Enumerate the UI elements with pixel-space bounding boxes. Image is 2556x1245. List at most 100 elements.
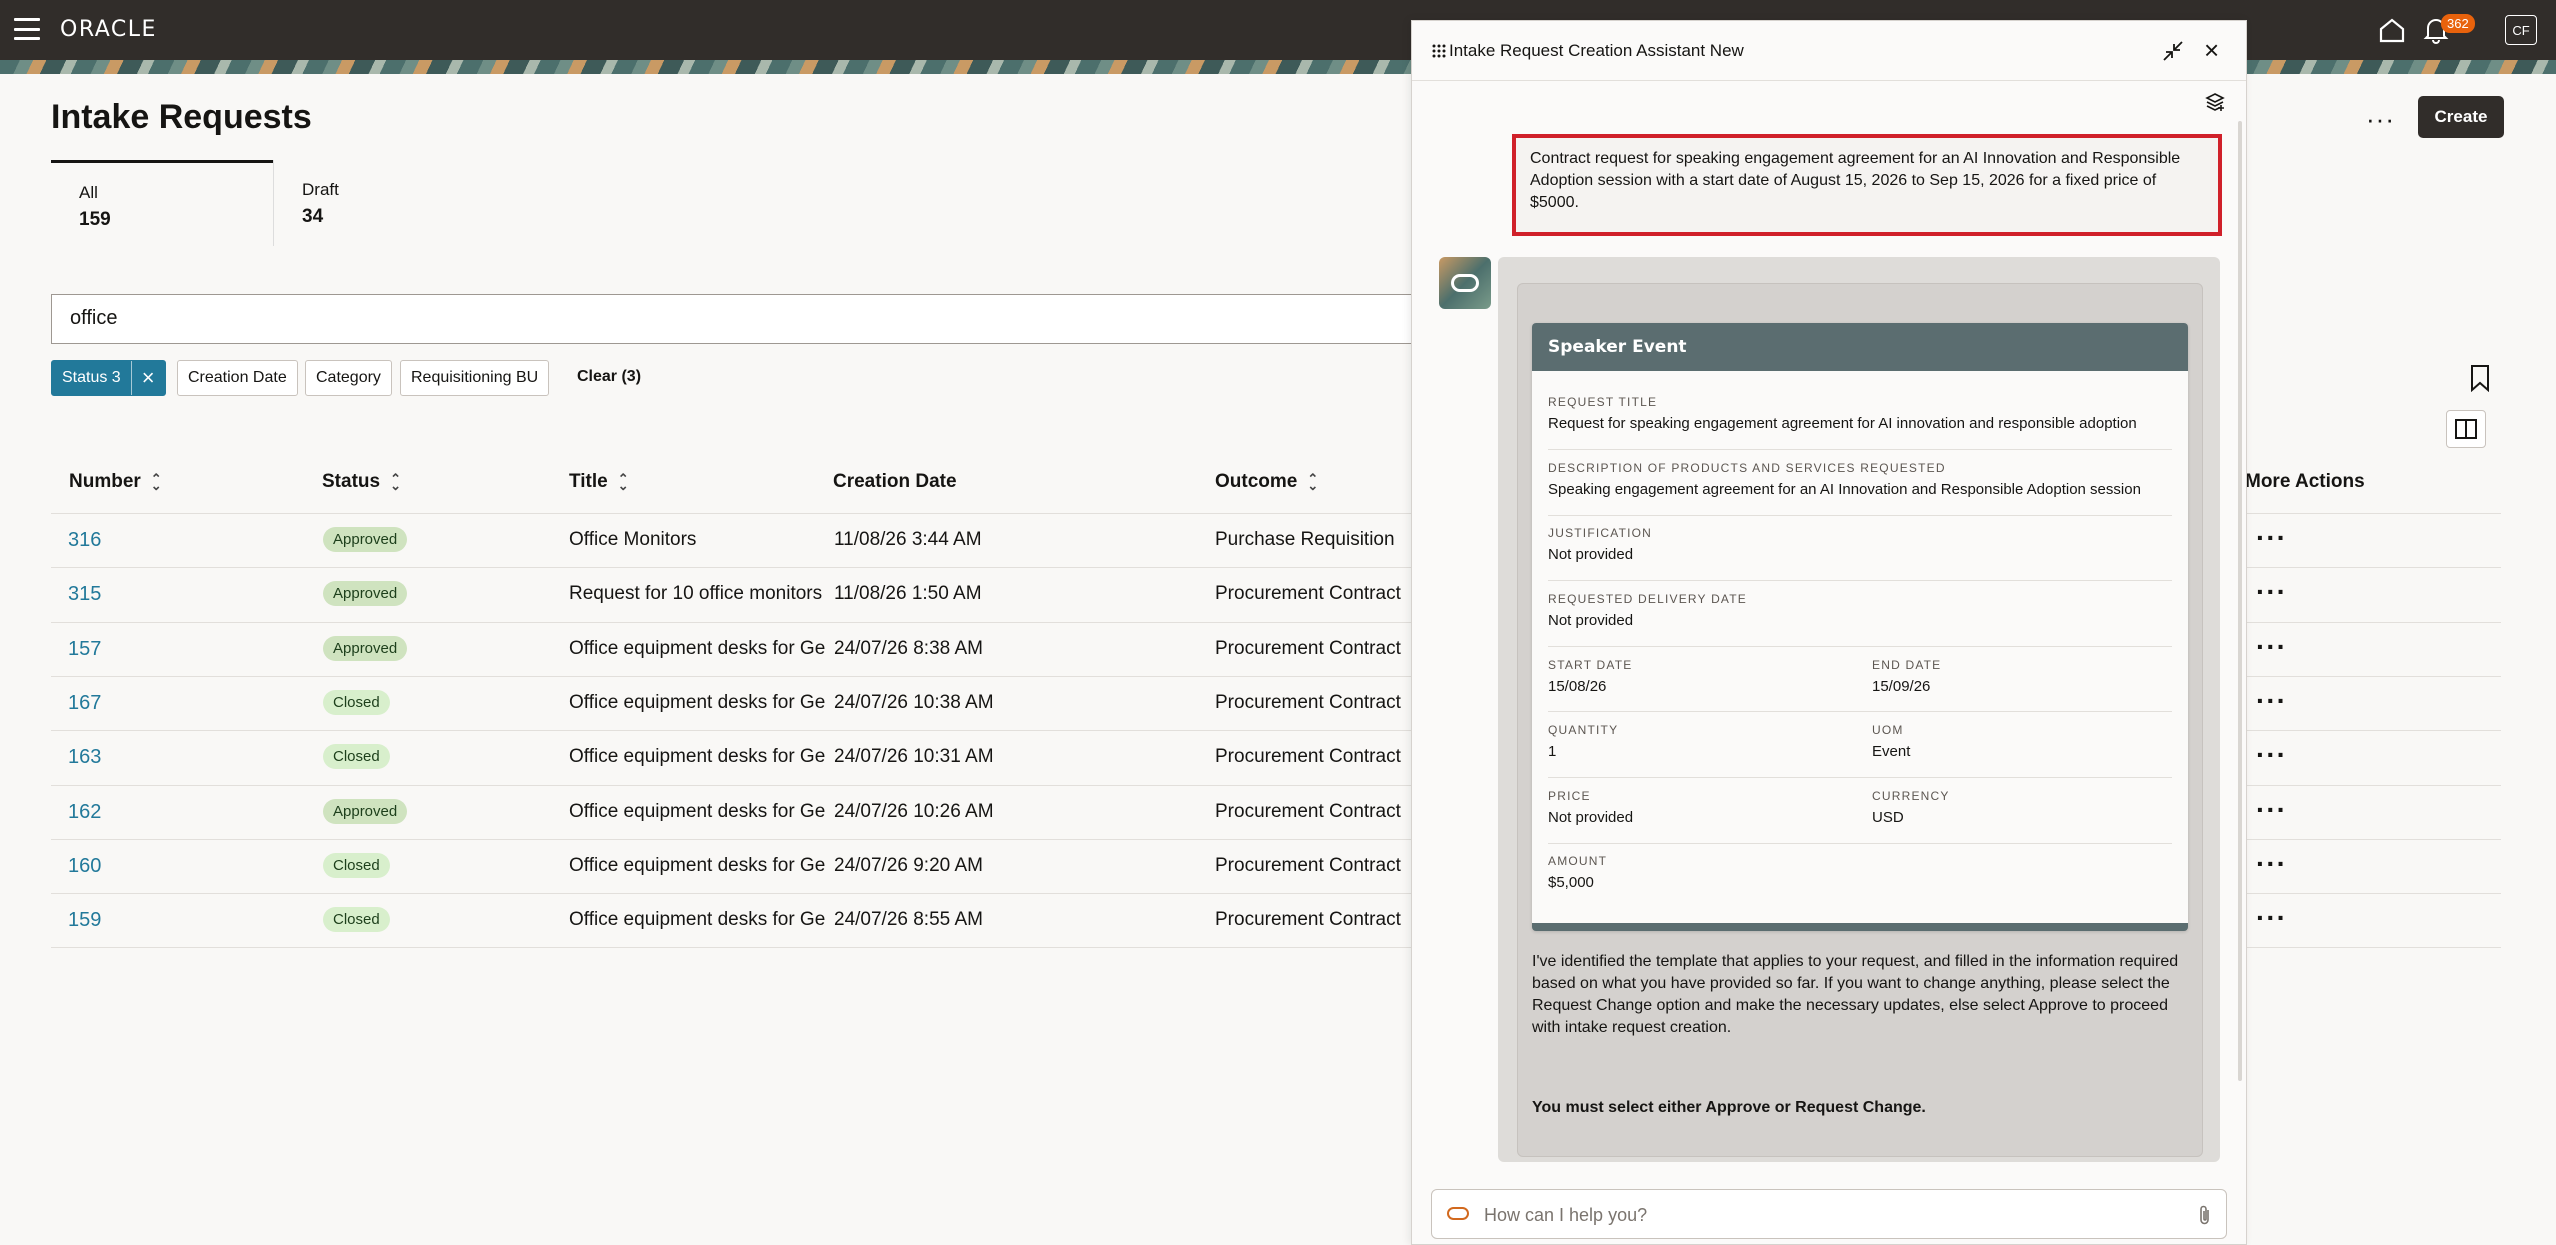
clear-filters-link[interactable]: Clear (3) <box>577 368 641 386</box>
status-badge: Approved <box>323 581 408 607</box>
row-more-actions-button[interactable]: ··· <box>2256 522 2287 554</box>
field-value: Speaking engagement agreement for an AI … <box>1548 481 2141 498</box>
page-more-actions-button[interactable]: ··· <box>2366 104 2395 135</box>
home-icon[interactable] <box>2378 17 2406 43</box>
request-number-link[interactable]: 163 <box>68 746 101 769</box>
card-heading: Speaker Event <box>1532 323 2188 371</box>
currency-field: CURRENCY USD <box>1872 789 2172 826</box>
field-label: JUSTIFICATION <box>1548 526 1653 540</box>
creation-date: 11/08/26 3:44 AM <box>834 529 982 550</box>
status-badge: Closed <box>323 689 390 715</box>
creation-date: 24/07/26 10:31 AM <box>834 746 994 768</box>
field-label: END DATE <box>1872 658 1942 672</box>
row-more-actions-button[interactable]: ··· <box>2256 794 2287 826</box>
grip-icon[interactable] <box>1432 43 1446 59</box>
oracle-ring-icon <box>1447 1207 1469 1220</box>
layers-icon[interactable] <box>2204 91 2226 113</box>
divider <box>1548 843 2172 844</box>
requisitioning-bu-filter-chip[interactable]: Requisitioning BU <box>400 360 550 396</box>
column-header-status[interactable]: Status ⌃ ⌄ <box>322 471 401 493</box>
field-label: UOM <box>1872 723 1904 737</box>
column-header-title[interactable]: Title ⌃ ⌄ <box>569 471 629 493</box>
chat-input-box[interactable] <box>1431 1189 2227 1239</box>
status-filter-chip[interactable]: Status 3 × <box>51 360 166 396</box>
panel-scrollbar[interactable] <box>2238 121 2242 1081</box>
request-title-field: REQUEST TITLE Request for speaking engag… <box>1548 395 2172 432</box>
column-header-outcome[interactable]: Outcome ⌃ ⌄ <box>1215 471 1318 493</box>
column-header-more-actions: More Actions <box>2245 471 2365 493</box>
user-avatar[interactable]: CF <box>2505 15 2537 45</box>
request-number-link[interactable]: 160 <box>68 855 101 878</box>
remove-filter-icon[interactable]: × <box>130 361 165 395</box>
creation-date: 24/07/26 8:55 AM <box>834 909 983 931</box>
request-title: Office equipment desks for Ge <box>569 909 825 931</box>
row-more-actions-button[interactable]: ··· <box>2256 902 2287 934</box>
sort-icon[interactable]: ⌃ ⌄ <box>618 472 629 492</box>
creation-date: 24/07/26 10:38 AM <box>834 691 994 713</box>
divider <box>1548 711 2172 712</box>
notification-badge: 362 <box>2441 14 2475 33</box>
request-number-link[interactable]: 315 <box>68 583 101 606</box>
column-header-number[interactable]: Number ⌃ ⌄ <box>69 471 162 493</box>
field-value: 15/08/26 <box>1548 678 1607 695</box>
bookmark-icon[interactable] <box>2468 364 2492 392</box>
row-more-actions-button[interactable]: ··· <box>2256 631 2287 663</box>
field-label: DESCRIPTION OF PRODUCTS AND SERVICES REQ… <box>1548 461 1946 475</box>
tab-draft[interactable]: Draft 34 <box>273 160 503 246</box>
field-value: Event <box>1872 743 1911 760</box>
tab-label: All <box>79 183 98 202</box>
column-header-creation-date[interactable]: Creation Date <box>833 471 957 493</box>
category-filter-chip[interactable]: Category <box>305 360 392 396</box>
row-more-actions-button[interactable]: ··· <box>2256 739 2287 771</box>
request-number-link[interactable]: 159 <box>68 909 101 932</box>
divider <box>1548 580 2172 581</box>
status-badge: Approved <box>323 635 408 661</box>
request-number-link[interactable]: 167 <box>68 692 101 715</box>
divider <box>1548 515 2172 516</box>
tab-label: Draft <box>302 180 339 199</box>
oracle-logo[interactable]: ORACLE <box>60 17 157 42</box>
columns-icon[interactable] <box>2446 410 2486 448</box>
status-badge: Closed <box>323 907 390 933</box>
request-title: Office equipment desks for Ge <box>569 746 825 768</box>
field-value: Not provided <box>1548 546 1634 563</box>
status-badge: Approved <box>323 527 408 552</box>
column-header-label: More Actions <box>2245 471 2365 492</box>
sort-icon[interactable]: ⌃ ⌄ <box>1307 472 1318 492</box>
creation-date-filter-chip[interactable]: Creation Date <box>177 360 298 396</box>
request-title: Office Monitors <box>569 529 697 550</box>
assistant-avatar <box>1439 257 1491 309</box>
divider <box>1548 646 2172 647</box>
row-more-actions-button[interactable]: ··· <box>2256 685 2287 717</box>
column-header-label: Title <box>569 471 608 492</box>
row-more-actions-button[interactable]: ··· <box>2256 576 2287 608</box>
description-field: DESCRIPTION OF PRODUCTS AND SERVICES REQ… <box>1548 461 2172 498</box>
justification-field: JUSTIFICATION Not provided <box>1548 526 2172 563</box>
create-button[interactable]: Create <box>2418 96 2504 138</box>
request-number-link[interactable]: 316 <box>68 529 101 552</box>
row-more-actions-button[interactable]: ··· <box>2256 848 2287 880</box>
column-header-label: Creation Date <box>833 471 957 492</box>
request-number-link[interactable]: 162 <box>68 801 101 824</box>
page-title: Intake Requests <box>51 98 312 136</box>
field-value: Not provided <box>1548 612 1634 629</box>
field-label: AMOUNT <box>1548 854 1608 868</box>
paperclip-icon[interactable] <box>2196 1204 2214 1226</box>
tab-all[interactable]: All 159 <box>51 160 273 246</box>
field-value: 1 <box>1548 743 1557 760</box>
tab-count: 159 <box>79 209 111 230</box>
minimize-icon[interactable] <box>2162 40 2184 62</box>
request-title: Office equipment desks for Ge <box>569 637 825 659</box>
sort-icon[interactable]: ⌃ ⌄ <box>151 472 162 492</box>
sort-icon[interactable]: ⌃ ⌄ <box>390 472 401 492</box>
chat-input[interactable] <box>1484 1202 2164 1228</box>
search-input[interactable]: office <box>51 294 1411 344</box>
hamburger-icon[interactable] <box>14 18 40 40</box>
creation-date: 11/08/26 1:50 AM <box>834 583 982 605</box>
uom-field: UOM Event <box>1872 723 2172 760</box>
request-number-link[interactable]: 157 <box>68 638 101 661</box>
field-label: QUANTITY <box>1548 723 1619 737</box>
field-value: USD <box>1872 809 1904 826</box>
field-value: $5,000 <box>1548 874 1594 891</box>
close-icon[interactable]: × <box>2204 37 2219 63</box>
